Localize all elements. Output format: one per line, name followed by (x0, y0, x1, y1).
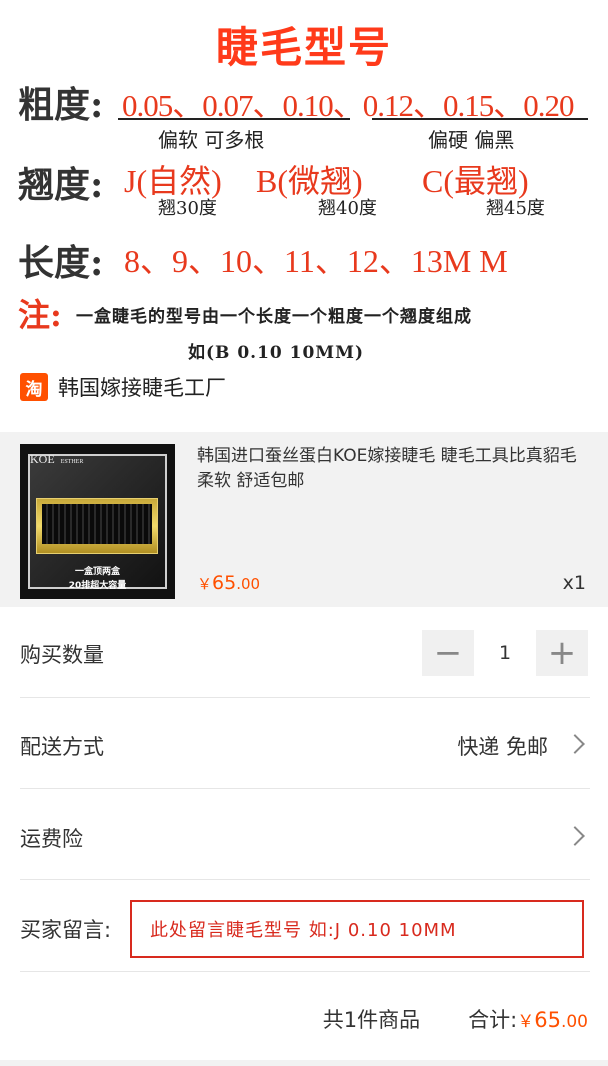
order-summary: 共1件商品 合计: ￥65.00 (323, 1004, 588, 1034)
insurance-label: 运费险 (20, 827, 83, 851)
shipping-label: 配送方式 (20, 735, 104, 759)
shop-name: 韩国嫁接睫毛工厂 (58, 376, 226, 400)
thickness-divider-soft (118, 118, 350, 120)
shop-row[interactable]: 淘 韩国嫁接睫毛工厂 (20, 372, 226, 402)
shipping-row[interactable]: 配送方式 快递 免邮 (20, 698, 590, 789)
bottom-divider (0, 1060, 608, 1066)
product-quantity: x1 (562, 572, 586, 594)
product-price: ￥65.00 (197, 572, 261, 594)
quantity-label: 购买数量 (20, 643, 104, 667)
banner-title: 睫毛型号 (215, 23, 392, 72)
length-values: 8、9、10、11、12、13M M (124, 243, 508, 279)
thickness-label: 粗度: (18, 84, 104, 126)
message-label: 买家留言: (20, 918, 112, 942)
thickness-hard-note: 偏硬 偏黑 (428, 128, 515, 152)
quantity-value[interactable]: 1 (474, 642, 536, 664)
item-count: 共1件商品 (322, 1008, 421, 1032)
thickness-divider-hard (372, 118, 588, 120)
product-thumbnail: KOE ESTHER 一盒顶两盒 20排超大容量 (20, 444, 175, 599)
taobao-shop-icon: 淘 (20, 373, 48, 401)
thumb-caption-2: 20排超大容量 (68, 581, 127, 591)
chevron-right-icon (565, 734, 585, 754)
chevron-right-icon (565, 826, 585, 846)
thickness-soft-note: 偏软 可多根 (158, 128, 265, 152)
shipping-value: 快递 免邮 (457, 735, 548, 759)
total-amount: ￥65.00 (517, 1008, 588, 1032)
message-input[interactable]: 此处留言睫毛型号 如:J 0.10 10MM (130, 900, 584, 958)
total-label: 合计: (468, 1008, 518, 1032)
note-line-1: 一盒睫毛的型号由一个长度一个粗度一个翘度组成 (76, 307, 472, 327)
length-label: 长度: (18, 242, 104, 284)
thumb-brand: KOE ESTHER (30, 452, 84, 466)
product-card[interactable]: KOE ESTHER 一盒顶两盒 20排超大容量 韩国进口蚕丝蛋白KOE嫁接睫毛 … (0, 432, 608, 607)
curl-b-degree: 翘40度 (318, 198, 377, 219)
lash-strips-image (42, 504, 152, 544)
note-mark: 注: (18, 296, 62, 334)
increase-button[interactable]: + (536, 630, 588, 676)
curl-c-degree: 翘45度 (486, 198, 545, 219)
thumb-caption-1: 一盒顶两盒 (74, 567, 120, 577)
shipping-insurance-row[interactable]: 运费险 (20, 789, 590, 880)
quantity-stepper: − 1 + (422, 630, 588, 676)
buyer-message-row: 买家留言: 此处留言睫毛型号 如:J 0.10 10MM (20, 880, 590, 972)
size-chart-banner: 睫毛型号 粗度: 0.05、0.07、0.10、0.12、0.15、0.20 偏… (0, 0, 608, 430)
quantity-row: 购买数量 − 1 + (20, 607, 590, 698)
decrease-button[interactable]: − (422, 630, 474, 676)
curl-j-degree: 翘30度 (158, 198, 217, 219)
product-title: 韩国进口蚕丝蛋白KOE嫁接睫毛 睫毛工具比真貂毛柔软 舒适包邮 (197, 446, 577, 491)
curl-label: 翘度: (18, 164, 104, 206)
note-line-2: 如(B 0.10 10MM) (188, 343, 364, 363)
